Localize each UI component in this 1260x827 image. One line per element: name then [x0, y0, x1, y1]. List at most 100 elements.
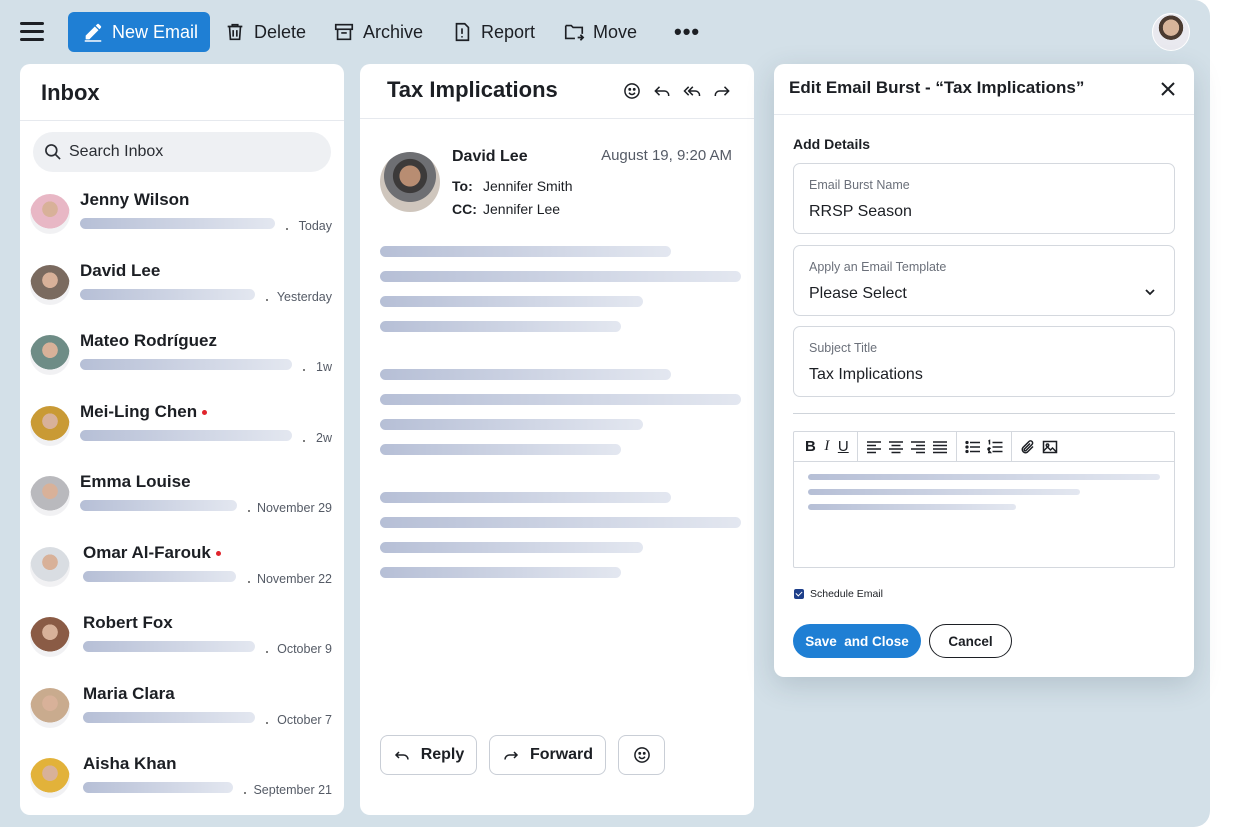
- align-center-icon[interactable]: [888, 439, 904, 455]
- unread-dot: [202, 410, 208, 416]
- align-left-icon[interactable]: [866, 439, 882, 455]
- rich-text-editor[interactable]: B I U: [793, 431, 1175, 568]
- inbox-item[interactable]: Mei-Ling Chen 2w: [20, 394, 344, 464]
- menu-icon[interactable]: [20, 22, 44, 42]
- reading-pane: Tax Implications David Lee August 19, 9:…: [360, 64, 754, 815]
- avatar: [30, 335, 70, 375]
- preview-placeholder: [83, 782, 233, 793]
- text-placeholder-line: [380, 321, 621, 332]
- reply-all-icon[interactable]: [682, 81, 702, 101]
- subject-field[interactable]: Subject Title Tax Implications: [793, 326, 1175, 397]
- reply-label: Reply: [420, 746, 465, 763]
- avatar: [30, 476, 70, 516]
- emoji-button[interactable]: [618, 735, 665, 775]
- align-right-icon[interactable]: [910, 439, 926, 455]
- text-placeholder-line: [380, 542, 643, 553]
- unread-dot: [215, 551, 221, 557]
- save-and-close-button[interactable]: Save and Close: [793, 624, 921, 658]
- sender-name: Mateo Rodríguez: [80, 331, 217, 351]
- sender-name: Maria Clara: [83, 684, 175, 704]
- search-icon: [45, 144, 61, 160]
- inbox-item[interactable]: David Lee Yesterday: [20, 253, 344, 323]
- burst-name-field[interactable]: Email Burst Name RRSP Season: [793, 163, 1175, 234]
- text-placeholder-line: [380, 271, 741, 282]
- bullet-list-icon[interactable]: [965, 439, 981, 455]
- schedule-email-checkbox[interactable]: Schedule Email: [794, 588, 883, 600]
- new-email-label: New Email: [112, 21, 199, 42]
- text-placeholder-line: [808, 504, 1016, 510]
- pencil-icon: [84, 23, 102, 42]
- text-placeholder-line: [808, 474, 1160, 480]
- cancel-button[interactable]: Cancel: [929, 624, 1012, 658]
- separator-dot: [248, 510, 250, 512]
- received-time: October 9: [277, 642, 332, 656]
- sender-name: David Lee: [452, 148, 528, 165]
- sender-name-text: Robert Fox: [83, 613, 173, 632]
- search-input[interactable]: Search Inbox: [33, 132, 331, 172]
- cc-recipient: Jennifer Lee: [483, 201, 561, 217]
- align-justify-icon[interactable]: [932, 439, 948, 455]
- more-options-icon[interactable]: •••: [674, 12, 700, 52]
- template-select[interactable]: Apply an Email Template Please Select: [793, 245, 1175, 316]
- delete-button[interactable]: Delete: [224, 12, 306, 52]
- text-placeholder-line: [380, 492, 671, 503]
- separator-dot: [303, 440, 305, 442]
- received-time: Today: [298, 219, 332, 233]
- forward-icon[interactable]: [712, 81, 732, 101]
- preview-placeholder: [80, 500, 237, 511]
- delete-label: Delete: [254, 21, 307, 42]
- forward-button[interactable]: Forward: [489, 735, 606, 775]
- emoji-icon[interactable]: [622, 81, 642, 101]
- avatar: [30, 688, 70, 728]
- separator-dot: [248, 581, 250, 583]
- sender-name-text: Aisha Khan: [83, 754, 177, 773]
- italic-button[interactable]: I: [822, 438, 832, 455]
- archive-icon: [334, 23, 354, 41]
- divider: [360, 118, 754, 119]
- divider: [793, 413, 1175, 414]
- section-heading: Add Details: [793, 136, 871, 152]
- cc-row: CC: Jennifer Lee: [452, 201, 560, 217]
- report-button[interactable]: Report: [451, 12, 535, 52]
- move-button[interactable]: Move: [563, 12, 637, 52]
- text-placeholder-line: [380, 296, 643, 307]
- forward-icon: [504, 751, 518, 760]
- avatar: [30, 406, 70, 446]
- emoji-icon: [633, 747, 650, 763]
- text-placeholder-line: [380, 369, 671, 380]
- subject-value: Tax Implications: [809, 366, 923, 383]
- dialog-title: Edit Email Burst - “Tax Implications”: [789, 78, 1085, 97]
- separator-dot: [266, 651, 268, 653]
- new-email-button[interactable]: New Email: [68, 12, 210, 52]
- inbox-item[interactable]: Omar Al-Farouk November 22: [20, 535, 344, 605]
- inbox-item[interactable]: Maria Clara October 7: [20, 676, 344, 746]
- reply-icon[interactable]: [652, 81, 672, 101]
- report-label: Report: [481, 21, 536, 42]
- image-icon[interactable]: [1042, 439, 1058, 455]
- preview-placeholder: [80, 218, 275, 229]
- inbox-item[interactable]: Robert Fox October 9: [20, 605, 344, 675]
- received-time: Yesterday: [276, 290, 332, 304]
- report-icon: [455, 22, 470, 42]
- text-placeholder-line: [380, 419, 643, 430]
- inbox-item[interactable]: Mateo Rodríguez 1w: [20, 323, 344, 393]
- user-avatar[interactable]: [1152, 13, 1190, 51]
- sender-name-text: Emma Louise: [80, 472, 191, 491]
- checkbox-checked-icon[interactable]: [794, 589, 804, 599]
- avatar: [30, 194, 70, 234]
- archive-button[interactable]: Archive: [333, 12, 423, 52]
- bold-button[interactable]: B: [805, 438, 816, 455]
- avatar: [30, 547, 70, 587]
- sender-name: Jenny Wilson: [80, 190, 189, 210]
- numbered-list-icon[interactable]: [986, 438, 1003, 455]
- preview-placeholder: [80, 359, 292, 370]
- close-icon[interactable]: [1160, 81, 1176, 97]
- underline-button[interactable]: U: [838, 438, 849, 455]
- text-placeholder-line: [380, 517, 741, 528]
- inbox-item[interactable]: Emma Louise November 29: [20, 464, 344, 534]
- inbox-item[interactable]: Aisha Khan September 21: [20, 746, 344, 815]
- reply-button[interactable]: Reply: [380, 735, 477, 775]
- subject-label: Subject Title: [809, 341, 878, 355]
- inbox-item[interactable]: Jenny Wilson Today: [20, 182, 344, 252]
- attachment-icon[interactable]: [1020, 439, 1036, 455]
